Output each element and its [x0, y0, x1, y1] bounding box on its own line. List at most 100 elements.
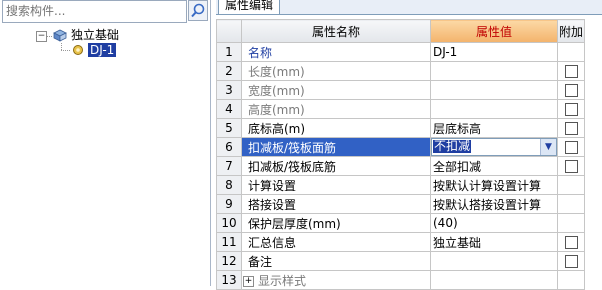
property-name: 保护层厚度(mm): [248, 216, 341, 231]
tree-collapse-toggle[interactable]: −: [36, 31, 47, 42]
property-value-cell[interactable]: [430, 270, 558, 290]
table-row[interactable]: 9 搭接设置 按默认搭接设置计算: [216, 194, 585, 214]
extra-cell: [557, 156, 585, 176]
property-name-cell[interactable]: 名称: [241, 42, 431, 62]
extra-checkbox[interactable]: [564, 103, 578, 116]
property-name: 底标高(m): [248, 121, 306, 136]
property-value-cell[interactable]: 按默认计算设置计算: [430, 175, 558, 195]
property-name: 高度(mm): [248, 102, 305, 117]
expand-icon[interactable]: +: [243, 275, 254, 287]
property-name-cell[interactable]: 宽度(mm): [241, 80, 431, 100]
property-value: DJ-1: [433, 45, 458, 59]
table-row[interactable]: 5 底标高(m) 层底标高: [216, 118, 585, 138]
tab-property-edit[interactable]: 属性编辑: [218, 0, 281, 14]
property-name-cell[interactable]: 计算设置: [241, 175, 431, 195]
property-name-cell[interactable]: 扣减板/筏板面筋: [241, 137, 431, 157]
table-row[interactable]: 13 + 显示样式: [216, 270, 585, 290]
row-number: 6: [216, 137, 242, 157]
property-value-cell[interactable]: 全部扣减: [430, 156, 558, 176]
dropdown-arrow-icon[interactable]: ▼: [540, 139, 556, 155]
extra-cell: [557, 213, 585, 233]
property-value-cell[interactable]: [430, 99, 558, 119]
foundation-group-icon: [53, 29, 67, 42]
property-value-cell[interactable]: [430, 61, 558, 81]
tab-bar: 属性编辑: [216, 0, 602, 15]
table-row[interactable]: 10 保护层厚度(mm) (40): [216, 213, 585, 233]
property-name: 计算设置: [248, 178, 297, 193]
property-name-cell[interactable]: 搭接设置: [241, 194, 431, 214]
extra-checkbox[interactable]: [564, 236, 578, 249]
search-button[interactable]: [188, 0, 208, 21]
property-table: 属性名称 属性值 附加 1 名称 DJ-1 2 长度(mm) 3 宽度(mm) 4 高度(mm)…: [216, 19, 585, 290]
row-number: 7: [216, 156, 242, 176]
property-value: (40): [433, 216, 458, 230]
extra-checkbox[interactable]: [564, 160, 578, 173]
table-row[interactable]: 6 扣减板/筏板面筋 不扣减 ▼: [216, 137, 585, 157]
header-extra[interactable]: 附加: [557, 19, 585, 43]
extra-cell: [557, 42, 585, 62]
table-row[interactable]: 2 长度(mm): [216, 61, 585, 81]
table-row[interactable]: 11 汇总信息 独立基础: [216, 232, 585, 252]
row-number: 10: [216, 213, 242, 233]
row-number: 8: [216, 175, 242, 195]
row-number: 2: [216, 61, 242, 81]
property-value-cell[interactable]: 按默认搭接设置计算: [430, 194, 558, 214]
property-name-cell[interactable]: 备注: [241, 251, 431, 271]
row-number: 4: [216, 99, 242, 119]
property-value-cell[interactable]: [430, 80, 558, 100]
property-name-cell[interactable]: + 显示样式: [241, 270, 431, 290]
property-name: 名称: [248, 45, 273, 60]
tree-connector: [61, 50, 70, 51]
table-row[interactable]: 4 高度(mm): [216, 99, 585, 119]
property-name-cell[interactable]: 高度(mm): [241, 99, 431, 119]
property-name-cell[interactable]: 扣减板/筏板底筋: [241, 156, 431, 176]
extra-cell: [557, 137, 585, 157]
header-property-name[interactable]: 属性名称: [241, 19, 431, 43]
tree-child-label: DJ-1: [88, 43, 117, 57]
table-row[interactable]: 1 名称 DJ-1: [216, 42, 585, 62]
property-value: 按默认计算设置计算: [433, 178, 542, 193]
property-name-cell[interactable]: 汇总信息: [241, 232, 431, 252]
row-number: 11: [216, 232, 242, 252]
extra-cell: [557, 270, 585, 290]
row-number: 1: [216, 42, 242, 62]
tree-child-node[interactable]: DJ-1: [88, 42, 117, 59]
search-box[interactable]: [2, 0, 187, 23]
property-value: 按默认搭接设置计算: [433, 197, 542, 212]
extra-cell: [557, 80, 585, 100]
extra-checkbox[interactable]: [564, 122, 578, 135]
property-value-cell[interactable]: 不扣减 ▼: [430, 137, 558, 157]
search-icon: [191, 3, 205, 18]
extra-cell: [557, 232, 585, 252]
table-row[interactable]: 3 宽度(mm): [216, 80, 585, 100]
property-value-cell[interactable]: (40): [430, 213, 558, 233]
property-name-cell[interactable]: 底标高(m): [241, 118, 431, 138]
property-name: 长度(mm): [248, 64, 305, 79]
property-value: 全部扣减: [433, 159, 482, 174]
property-value-cell[interactable]: [430, 251, 558, 271]
header-property-value[interactable]: 属性值: [430, 19, 558, 43]
value-dropdown[interactable]: 不扣减 ▼: [431, 138, 557, 156]
row-number: 5: [216, 118, 242, 138]
extra-cell: [557, 61, 585, 81]
property-name: 显示样式: [258, 273, 307, 288]
property-value-cell[interactable]: 层底标高: [430, 118, 558, 138]
extra-checkbox[interactable]: [564, 84, 578, 97]
property-name-cell[interactable]: 保护层厚度(mm): [241, 213, 431, 233]
table-row[interactable]: 12 备注: [216, 251, 585, 271]
property-value-cell[interactable]: DJ-1: [430, 42, 558, 62]
table-row[interactable]: 7 扣减板/筏板底筋 全部扣减: [216, 156, 585, 176]
property-name: 搭接设置: [248, 197, 297, 212]
property-value: 独立基础: [433, 235, 482, 250]
extra-cell: [557, 99, 585, 119]
row-number: 13: [216, 270, 242, 290]
table-row[interactable]: 8 计算设置 按默认计算设置计算: [216, 175, 585, 195]
extra-checkbox[interactable]: [564, 65, 578, 78]
tree-connector: [61, 43, 62, 50]
extra-checkbox[interactable]: [564, 141, 578, 154]
property-value-cell[interactable]: 独立基础: [430, 232, 558, 252]
property-name-cell[interactable]: 长度(mm): [241, 61, 431, 81]
extra-checkbox[interactable]: [564, 255, 578, 268]
search-input[interactable]: [3, 1, 184, 20]
row-number: 3: [216, 80, 242, 100]
